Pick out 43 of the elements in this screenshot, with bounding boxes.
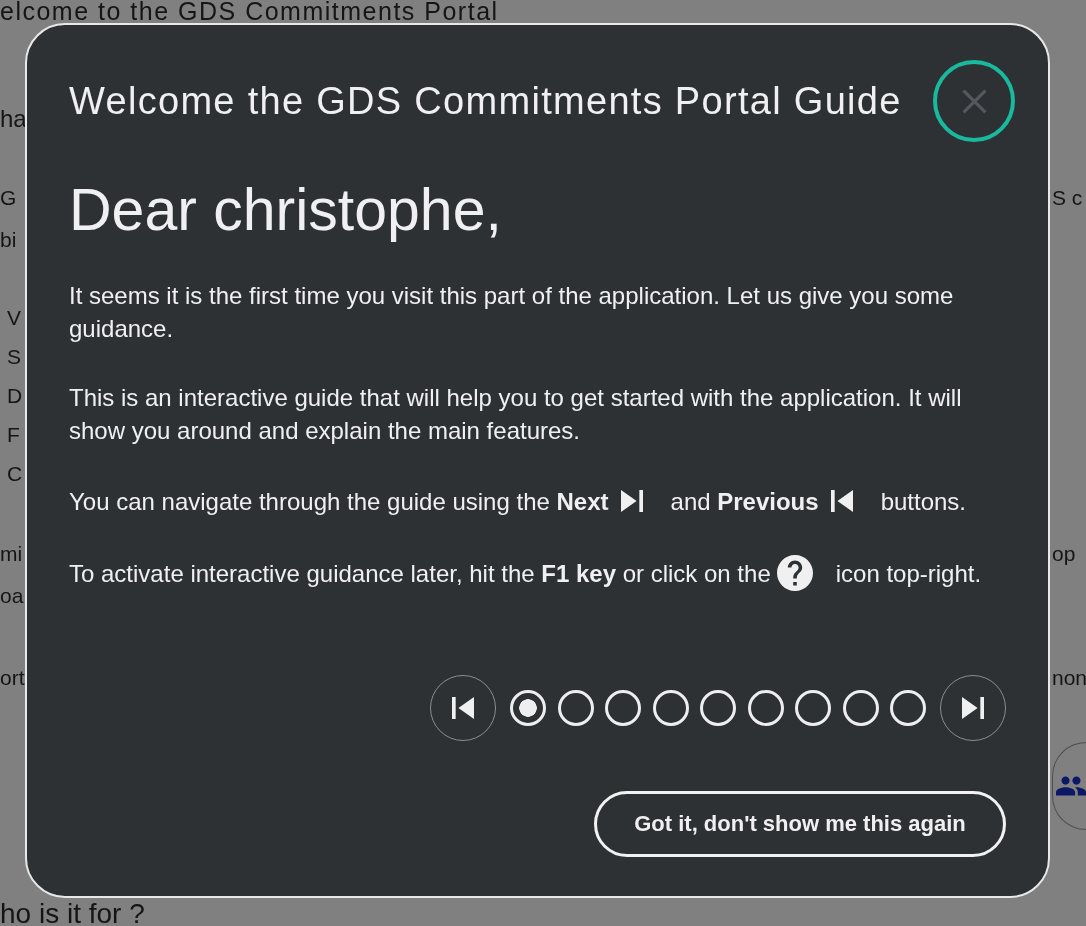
skip-previous-icon xyxy=(830,490,853,512)
page-text: S c xyxy=(1052,185,1083,211)
skip-next-icon xyxy=(962,697,984,719)
step-indicator[interactable] xyxy=(747,690,784,726)
guide-text: To activate interactive guidance later, hit the F1 key or click on the xyxy=(69,558,771,589)
list-item-text: F xyxy=(7,423,20,446)
list-item-text: V xyxy=(7,306,21,329)
step-indicator[interactable] xyxy=(795,690,831,726)
list-item-text: S xyxy=(7,345,21,368)
step-indicator[interactable] xyxy=(652,690,689,726)
guide-text: icon top-right. xyxy=(835,558,982,589)
help-icon xyxy=(776,555,813,591)
guide-text: This is an interactive guide that will help you to get started with the application. It will show you around and explain the main features. xyxy=(69,383,963,446)
page-title: elcome to the GDS Commitments Portal xyxy=(0,0,499,22)
step-indicator[interactable] xyxy=(510,690,546,726)
greeting-text: Dear christophe, xyxy=(69,176,502,245)
skip-next-icon xyxy=(620,490,643,512)
list-item-text: C xyxy=(7,462,23,485)
guide-text: It seems it is the first time you visit this part of the application. Let us give you some guidance. xyxy=(69,281,955,344)
page-text: mi xyxy=(0,541,23,567)
list-item-text: D xyxy=(7,384,23,407)
page-text: op xyxy=(1052,541,1076,567)
dismiss-button[interactable]: Got it, don't show me this again xyxy=(594,791,1006,857)
guide-text: and Previous xyxy=(670,486,819,517)
dialog-title: Welcome the GDS Commitments Portal Guide xyxy=(69,79,902,123)
page-text: non xyxy=(1052,665,1086,691)
step-indicator[interactable] xyxy=(890,690,926,726)
page-text: bi xyxy=(0,227,17,253)
step-indicator[interactable] xyxy=(605,690,641,726)
guide-text: You can navigate through the guide using the Next xyxy=(69,486,609,517)
step-indicator[interactable] xyxy=(557,690,594,726)
people-icon xyxy=(1056,776,1086,796)
section-heading: ha xyxy=(0,105,27,132)
page-text: G xyxy=(0,185,17,211)
close-icon xyxy=(961,88,987,114)
close-button[interactable] xyxy=(933,60,1015,142)
step-indicator[interactable] xyxy=(842,690,879,726)
section-heading: ho is it for ? xyxy=(0,898,145,926)
skip-previous-icon xyxy=(452,697,474,719)
page-text: ort xyxy=(0,665,25,691)
page-text: oa xyxy=(0,583,24,609)
step-indicator[interactable] xyxy=(700,690,736,726)
guide-text: buttons. xyxy=(880,486,967,517)
